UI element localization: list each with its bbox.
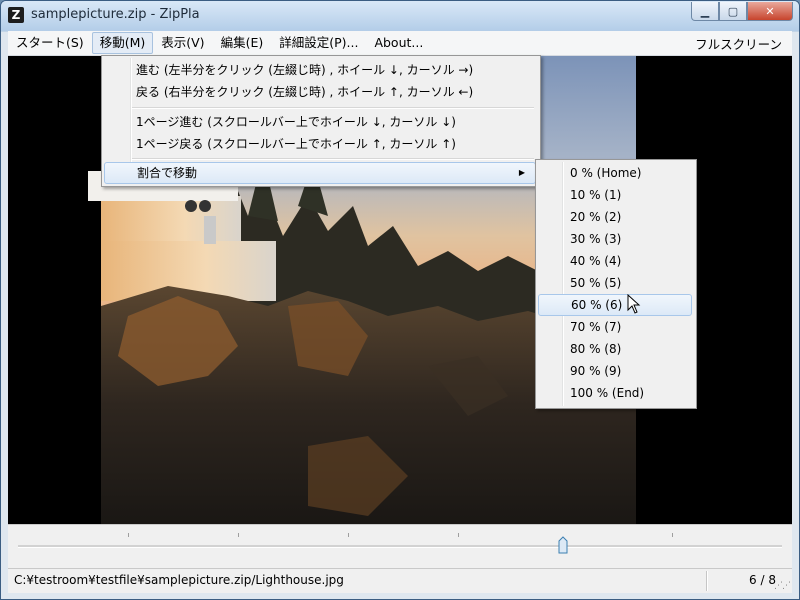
menu-separator	[132, 107, 534, 109]
resize-grip-icon[interactable]: ⋰⋰	[774, 581, 791, 591]
menu-item-label: 割合で移動	[137, 166, 198, 180]
app-icon[interactable]: Z	[8, 7, 24, 23]
minimize-button[interactable]: ▁	[691, 2, 719, 21]
submenu-arrow-icon: ▶	[518, 168, 525, 177]
slider-tick	[128, 533, 129, 537]
percent-item-0[interactable]: 0 % (Home)	[536, 162, 696, 184]
menu-start[interactable]: スタート(S)	[8, 32, 92, 54]
percent-item-100[interactable]: 100 % (End)	[536, 382, 696, 404]
status-divider	[706, 571, 708, 591]
window-title: samplepicture.zip - ZipPla	[31, 7, 200, 22]
close-button[interactable]: ✕	[747, 2, 793, 21]
percent-item-20[interactable]: 20 % (2)	[536, 206, 696, 228]
slider-track[interactable]	[18, 545, 782, 548]
percent-item-60[interactable]: 60 % (6)	[538, 294, 692, 316]
page-counter: 6 / 8	[749, 573, 776, 587]
menu-item-forward[interactable]: 進む (左半分をクリック (左綴じ時) , ホイール ↓, カーソル →)	[102, 59, 540, 81]
slider-tick	[672, 533, 673, 537]
app-window: Z samplepicture.zip - ZipPla ▁ ▢ ✕ スタート(…	[0, 0, 800, 600]
maximize-button[interactable]: ▢	[719, 2, 747, 21]
menu-item-move-by-percent[interactable]: 割合で移動 ▶	[104, 162, 536, 184]
mouse-cursor-icon	[627, 294, 641, 314]
maximize-icon: ▢	[727, 4, 739, 18]
slider-tick	[238, 533, 239, 537]
slider-tick	[458, 533, 459, 537]
menu-bar: スタート(S) 移動(M) 表示(V) 編集(E) 詳細設定(P)... Abo…	[8, 31, 792, 56]
slider-tick	[348, 533, 349, 537]
menu-view[interactable]: 表示(V)	[153, 32, 212, 54]
menu-move[interactable]: 移動(M)	[91, 32, 154, 54]
move-menu-dropdown: 進む (左半分をクリック (左綴じ時) , ホイール ↓, カーソル →) 戻る…	[101, 55, 541, 187]
file-path: C:¥testroom¥testfile¥samplepicture.zip/L…	[14, 573, 344, 587]
menu-settings[interactable]: 詳細設定(P)...	[271, 32, 366, 54]
menu-fullscreen[interactable]: フルスクリーン	[695, 34, 792, 53]
menu-item-back[interactable]: 戻る (右半分をクリック (左綴じ時) , ホイール ↑, カーソル ←)	[102, 81, 540, 103]
menu-item-prev-page[interactable]: 1ページ戻る (スクロールバー上でホイール ↑, カーソル ↑)	[102, 133, 540, 155]
percent-item-40[interactable]: 40 % (4)	[536, 250, 696, 272]
percent-item-10[interactable]: 10 % (1)	[536, 184, 696, 206]
percent-submenu: 0 % (Home) 10 % (1) 20 % (2) 30 % (3) 40…	[535, 159, 697, 409]
percent-item-90[interactable]: 90 % (9)	[536, 360, 696, 382]
percent-item-70[interactable]: 70 % (7)	[536, 316, 696, 338]
status-bar: C:¥testroom¥testfile¥samplepicture.zip/L…	[8, 568, 792, 593]
slider-thumb[interactable]	[558, 536, 568, 554]
minimize-icon: ▁	[700, 4, 710, 18]
page-slider-area	[8, 524, 792, 569]
menu-separator	[132, 158, 534, 160]
menu-about[interactable]: About...	[366, 32, 431, 54]
window-controls: ▁ ▢ ✕	[691, 2, 793, 21]
percent-item-80[interactable]: 80 % (8)	[536, 338, 696, 360]
menu-edit[interactable]: 編集(E)	[213, 32, 272, 54]
close-icon: ✕	[765, 4, 775, 18]
percent-item-50[interactable]: 50 % (5)	[536, 272, 696, 294]
title-bar[interactable]: Z samplepicture.zip - ZipPla ▁ ▢ ✕	[1, 1, 799, 31]
menu-item-next-page[interactable]: 1ページ進む (スクロールバー上でホイール ↓, カーソル ↓)	[102, 111, 540, 133]
percent-item-30[interactable]: 30 % (3)	[536, 228, 696, 250]
